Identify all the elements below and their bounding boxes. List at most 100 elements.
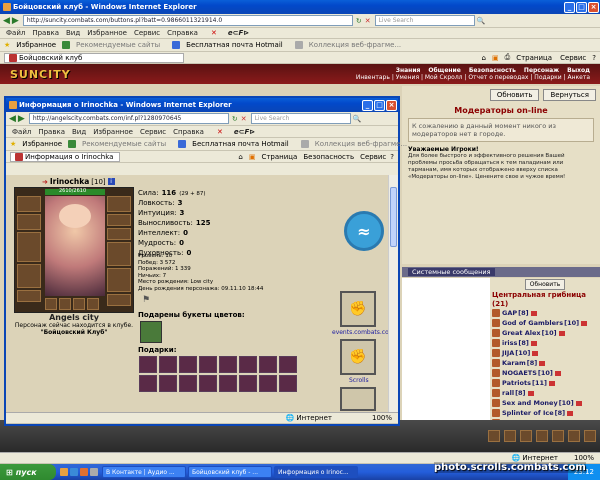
slot-bag-3[interactable] [73,298,85,310]
fav-item-recommended[interactable]: Рекомендуемые сайты [62,41,166,49]
system-messages-tab[interactable]: Системные сообщения [408,268,495,276]
slot-ring[interactable] [107,228,131,240]
inner-help-icon[interactable]: ? [390,153,394,161]
action-icon-5[interactable] [552,430,564,442]
player-list-item[interactable]: Sex and Money [10] [492,398,600,408]
gift-item[interactable] [199,375,217,392]
taskbar-item-info[interactable]: Информация о Irinoc... [274,466,358,478]
maximize-button[interactable]: □ [576,1,587,13]
player-list-item[interactable]: Karam [8] [492,358,600,368]
nav-communication[interactable]: Общение [428,67,460,74]
gift-item[interactable] [159,375,177,392]
gift-item[interactable] [279,375,297,392]
player-info-icon[interactable] [558,330,565,336]
fav-item-webslice[interactable]: Коллекция веб-фрагме... [294,41,407,49]
action-icon-1[interactable] [488,430,500,442]
player-name[interactable]: rall [502,389,514,397]
gift-item[interactable] [179,375,197,392]
player-list-item[interactable]: rall [8] [492,388,600,398]
action-icon-6[interactable] [568,430,580,442]
inner-close-button[interactable]: × [386,99,397,111]
player-name[interactable]: Karam [502,359,526,367]
menu-edit[interactable]: Правка [32,29,59,37]
slot-bag-4[interactable] [87,298,99,310]
player-name[interactable]: Patriots [502,379,531,387]
events-link[interactable]: events.combats.com [332,329,395,336]
inner-maximize-button[interactable]: □ [374,99,385,111]
back-icon[interactable]: ◀ [3,16,10,26]
inner-forward-icon[interactable]: ▶ [18,114,25,124]
taskbar-item-vkontakte[interactable]: В Контакте | Аудио ... [102,466,186,478]
player-name[interactable]: iriss [502,339,517,347]
slot-bracer[interactable] [17,214,41,230]
player-name[interactable]: God of Gamblers [502,319,563,327]
page-menu[interactable]: Страница [516,54,552,62]
inner-tools-menu[interactable]: Сервис [360,153,386,161]
menu-file[interactable]: Файл [6,29,25,37]
info-icon[interactable]: i [107,178,115,185]
scrolls-banner-icon[interactable]: ✊ [340,339,376,375]
player-info-icon[interactable] [567,410,574,416]
slot-belt[interactable] [17,290,41,302]
taskbar-item-fightclub[interactable]: Бойцовский клуб - ... [188,466,272,478]
player-list-item[interactable]: God of Gamblers [10] [492,318,600,328]
action-icon-3[interactable] [520,430,532,442]
player-info-icon[interactable] [532,350,539,356]
outer-search-input[interactable]: Live Search [374,15,475,26]
menu-tools[interactable]: Сервис [134,29,160,37]
player-name[interactable]: Sex and Money [502,399,558,407]
outer-address-bar[interactable]: http://suncity.combats.com/buttons.pl?ba… [22,15,353,26]
player-name[interactable]: Splinter of Ice [502,409,554,417]
inner-fav-item-recommended[interactable]: Рекомендуемые сайты [68,140,172,148]
scrollbar-thumb[interactable] [390,187,397,247]
inner-zoom[interactable]: 100% [372,414,392,422]
outer-tab[interactable]: Бойцовский клуб [4,52,184,63]
menu-view[interactable]: Вид [66,29,80,37]
inner-refresh-icon[interactable]: ↻ [232,115,238,123]
profile-name[interactable]: Irinochka [50,177,89,186]
player-list-item[interactable]: JIJA [10] [492,348,600,358]
player-name[interactable]: JIJA [502,349,514,357]
player-name[interactable]: NOGAETS [502,369,537,377]
action-icon-4[interactable] [536,430,548,442]
quicklaunch-icon-2[interactable] [70,468,78,476]
scrolls-link[interactable]: Scrolls [349,377,369,384]
slot-amulet[interactable] [107,214,131,226]
help-icon[interactable]: ? [592,54,596,62]
favorites-star-icon[interactable]: ★ [4,41,10,49]
player-list-item[interactable]: Great Alex [10] [492,328,600,338]
menu-favorites[interactable]: Избранное [87,29,127,37]
flower-bouquet-icon[interactable] [140,321,162,343]
return-button[interactable]: Вернуться [543,89,596,101]
stop-icon[interactable]: ✕ [365,17,371,25]
gift-item[interactable] [219,375,237,392]
players-refresh-button[interactable]: Обновить [524,279,566,290]
gift-item[interactable] [179,356,197,373]
gift-item[interactable] [199,356,217,373]
menu-help[interactable]: Справка [167,29,198,37]
inner-home-icon[interactable]: ⌂ [238,153,242,161]
inner-fav-item-hotmail[interactable]: Бесплатная почта Hotmail [178,140,295,148]
inner-menu-tools[interactable]: Сервис [140,128,166,136]
player-info-icon[interactable] [548,380,555,386]
inner-menu-help[interactable]: Справка [173,128,204,136]
player-info-icon[interactable] [527,390,534,396]
home-icon[interactable]: ⌂ [482,54,486,62]
outer-zoom[interactable]: 100% [574,454,594,462]
inner-favorites-star-icon[interactable]: ★ [10,140,16,148]
forward-icon[interactable]: ▶ [12,16,19,26]
slot-bag-1[interactable] [45,298,57,310]
player-list-item[interactable]: Patriots [11] [492,378,600,388]
search-icon[interactable]: 🔍 [477,17,486,25]
inner-stop-icon[interactable]: ✕ [241,115,247,123]
inner-search-icon[interactable]: 🔍 [353,115,362,123]
quicklaunch-icon-4[interactable] [90,468,98,476]
slot-bag-2[interactable] [59,298,71,310]
inner-menu-edit[interactable]: Правка [38,128,65,136]
inner-search-input[interactable]: Live Search [250,113,351,124]
inner-scrollbar[interactable] [388,175,398,412]
player-name[interactable]: GAP [502,309,517,317]
player-info-icon[interactable] [530,310,537,316]
player-info-icon[interactable] [554,370,561,376]
third-banner-icon[interactable] [340,387,376,411]
